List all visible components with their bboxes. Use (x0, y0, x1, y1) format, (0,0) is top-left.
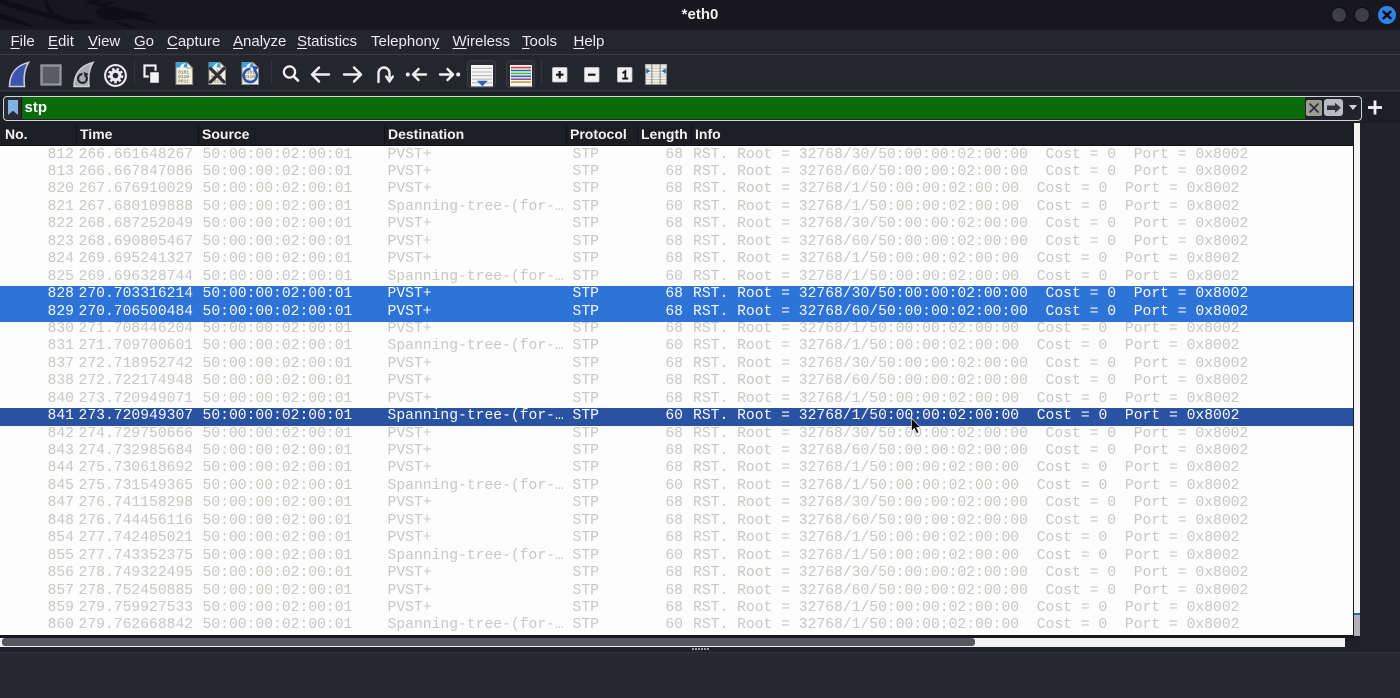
svg-text:0011: 0011 (178, 79, 189, 85)
